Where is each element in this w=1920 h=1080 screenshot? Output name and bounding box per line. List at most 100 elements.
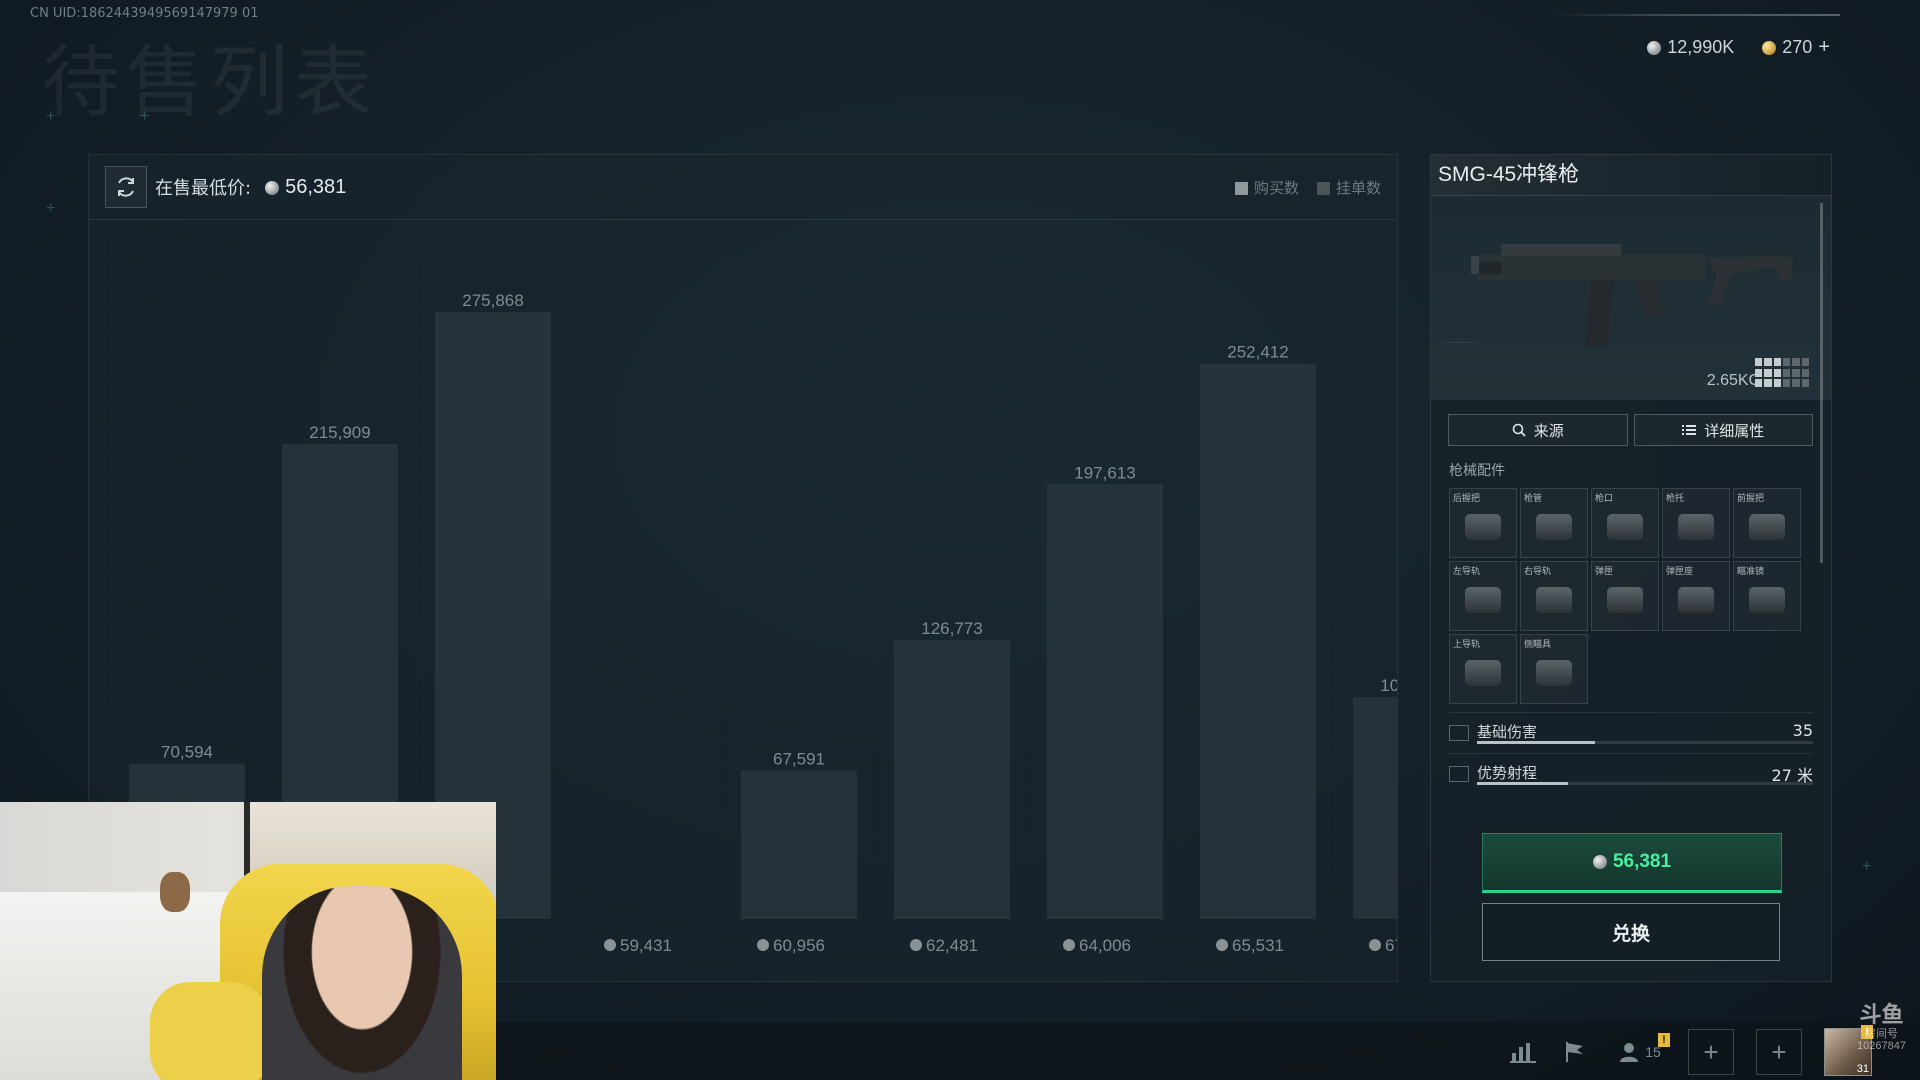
streamer (262, 886, 462, 1080)
chart-value-label: 252,412 (1227, 343, 1288, 362)
plus-decor-icon: + (140, 108, 150, 125)
chart-category-label: 64,006 (1079, 936, 1131, 955)
bottom-icons: 15 ! + + 31 ! (1508, 1025, 1873, 1076)
add-slot-button[interactable]: + (1688, 1029, 1734, 1075)
inventory-grid-icon (1755, 358, 1809, 388)
range-icon (1449, 766, 1469, 782)
attachment-slot[interactable]: 右导轨 (1520, 561, 1588, 631)
attachment-slot[interactable]: 前握把 (1733, 488, 1801, 558)
chart-legend: 购买数 挂单数 (1234, 177, 1381, 198)
silver-coin-icon (1216, 939, 1228, 951)
rail-icon (1465, 660, 1501, 687)
silver-coin-icon (265, 180, 280, 195)
item-weight: 2.65KG (1706, 372, 1761, 389)
scrollbar[interactable] (1820, 203, 1823, 563)
list-icon (1682, 425, 1697, 435)
chart-bar[interactable] (894, 640, 1010, 919)
attachment-slot[interactable]: 枪托 (1662, 488, 1730, 558)
source-button[interactable]: 来源 (1448, 414, 1628, 446)
silver-coin-icon (757, 939, 769, 951)
legend-buy-count[interactable]: 购买数 (1234, 177, 1299, 198)
plush-toy (160, 872, 190, 912)
stat-effective-range: 优势射程 27 米 (1449, 753, 1813, 786)
plus-decor-icon: + (1862, 858, 1872, 875)
grip-icon (1465, 514, 1501, 541)
chart-value-label: 70,594 (161, 743, 213, 762)
legend-order-count[interactable]: 挂单数 (1316, 177, 1381, 198)
silver-coin-icon (1647, 41, 1662, 55)
search-icon (1512, 423, 1526, 437)
chart-value-label: 215,909 (309, 423, 370, 442)
lowest-price-label: 在售最低价: (155, 178, 252, 199)
stat-base-damage: 基础伤害 35 (1449, 712, 1813, 745)
stock-icon (1678, 514, 1714, 541)
chart-value-label: 275,868 (462, 291, 523, 310)
range-bar-fill (1477, 782, 1568, 785)
scope-icon (1749, 587, 1785, 614)
item-detail-panel: SMG-45冲锋枪 ┈┈┈┈┈ 2.65KG 来源 详细属性 枪械配件 后握把 … (1430, 154, 1832, 982)
webcam-overlay (0, 802, 496, 1080)
attachment-slot[interactable]: 后握把 (1449, 488, 1517, 558)
stats-chart-icon[interactable] (1508, 1037, 1538, 1067)
chart-value-label: 100,943 (1380, 676, 1397, 695)
mag-well-icon (1678, 587, 1714, 614)
barrel-icon (1536, 514, 1572, 541)
attachment-slot[interactable]: 瞄准镜 (1733, 561, 1801, 631)
attachment-slot[interactable]: 左导轨 (1449, 561, 1517, 631)
silver-coin-icon (1063, 939, 1075, 951)
chart-value-label: 197,613 (1074, 463, 1135, 482)
attachment-slot[interactable]: 侧瞄具 (1520, 634, 1588, 704)
side-sight-icon (1536, 660, 1572, 687)
lowest-price-value: 56,381 (265, 176, 346, 199)
team-icon (1620, 1043, 1639, 1062)
attachment-grid: 后握把 枪管 枪口 枪托 前握把 左导轨 右导轨 弹匣 弹匣座 瞄准镜 上导轨 … (1449, 488, 1831, 704)
silver-coin-icon (604, 939, 616, 951)
exchange-button[interactable]: 兑换 (1482, 903, 1780, 961)
chart-bar[interactable] (1047, 484, 1163, 919)
chart-category-label: 62,481 (926, 936, 978, 955)
chair-pillow (150, 982, 270, 1080)
chart-category-label: 59,431 (620, 936, 672, 955)
flag-icon[interactable] (1560, 1037, 1590, 1067)
chart-category-label: 67,056 (1385, 936, 1397, 955)
refresh-button[interactable] (105, 166, 147, 208)
add-gold-icon[interactable]: + (1818, 36, 1830, 58)
muzzle-icon (1607, 514, 1643, 541)
damage-bar-fill (1477, 741, 1595, 744)
gold-balance[interactable]: 270 + (1762, 36, 1830, 59)
gold-coin-icon (1762, 41, 1777, 55)
silver-balance: 12,990K (1647, 37, 1734, 58)
add-slot-button[interactable]: + (1756, 1029, 1802, 1075)
details-button[interactable]: 详细属性 (1633, 414, 1813, 446)
attachment-slot[interactable]: 枪管 (1520, 488, 1588, 558)
chart-category-label: 65,531 (1232, 936, 1284, 955)
rail-icon (1465, 587, 1501, 614)
chart-value-label: 67,591 (773, 749, 825, 768)
silver-coin-icon (1592, 855, 1607, 869)
chart-bar[interactable] (741, 770, 857, 919)
attachments-title: 枪械配件 (1449, 463, 1505, 479)
attachment-slot[interactable]: 弹匣 (1591, 561, 1659, 631)
foregrip-icon (1749, 514, 1785, 541)
refresh-icon (118, 177, 134, 197)
uid-label: CN UID:1862443949569147979 01 (30, 6, 259, 21)
silver-coin-icon (1369, 939, 1381, 951)
attachment-slot[interactable]: 上导轨 (1449, 634, 1517, 704)
rail-icon (1536, 587, 1572, 614)
silver-coin-icon (910, 939, 922, 951)
chart-value-label: 126,773 (921, 619, 982, 638)
item-name: SMG-45冲锋枪 (1431, 155, 1831, 196)
team-button[interactable]: 15 ! (1612, 1033, 1670, 1067)
magazine-icon (1607, 587, 1643, 614)
chart-bar[interactable] (1353, 696, 1397, 919)
buy-button[interactable]: 56,381 (1482, 833, 1782, 893)
chart-header: 在售最低价: 56,381 购买数 挂单数 (89, 155, 1397, 220)
damage-icon (1449, 725, 1469, 741)
attachment-slot[interactable]: 枪口 (1591, 488, 1659, 558)
background-title: 待售列表 (42, 38, 379, 128)
plus-decor-icon: + (46, 200, 56, 217)
plus-decor-icon: + (46, 108, 56, 125)
chart-bar[interactable] (1200, 363, 1316, 919)
svg-text:┈┈┈┈┈: ┈┈┈┈┈ (1445, 338, 1475, 349)
attachment-slot[interactable]: 弹匣座 (1662, 561, 1730, 631)
